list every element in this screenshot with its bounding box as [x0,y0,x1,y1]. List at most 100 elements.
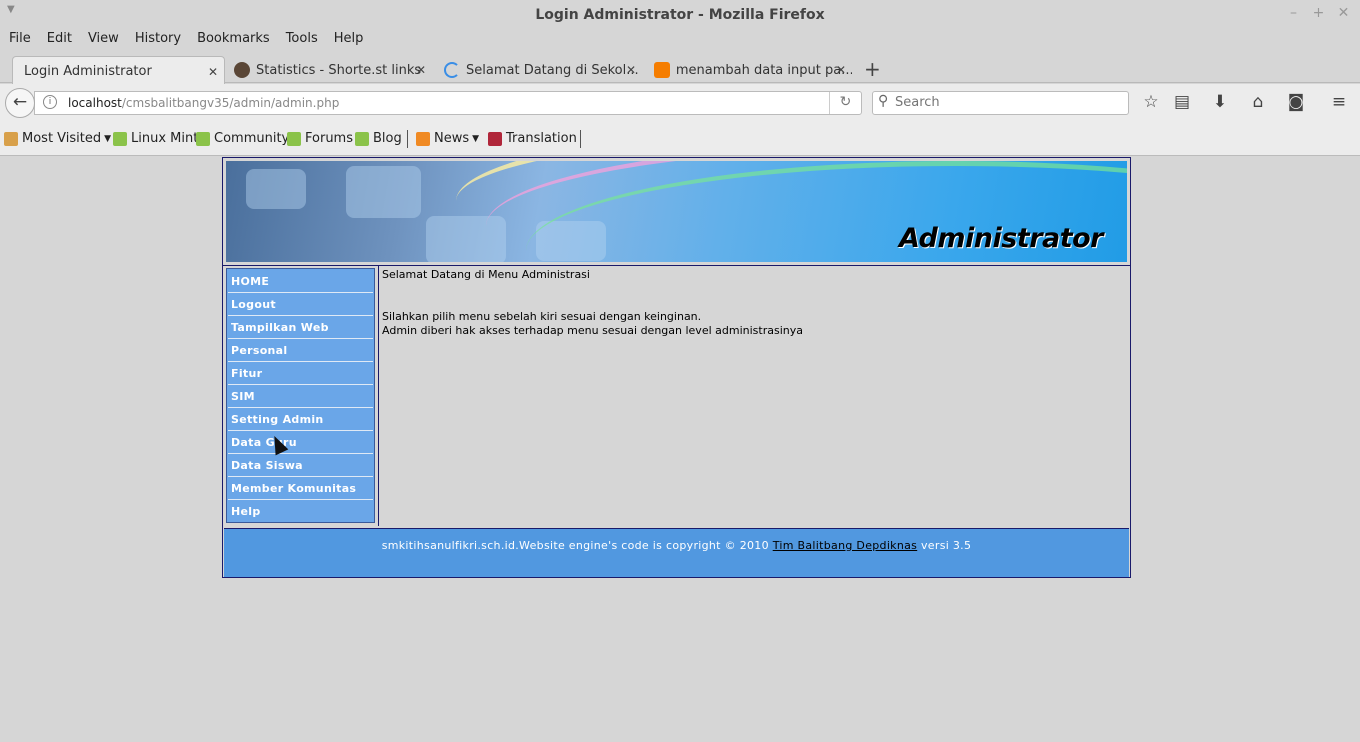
access-note-text: Admin diberi hak akses terhadap menu ses… [382,324,803,337]
mint-icon [113,131,127,146]
reload-icon[interactable]: ↻ [829,92,861,114]
bookmark-news[interactable]: News ▼ [416,131,479,146]
back-arrow-icon: ← [12,92,28,112]
translation-icon [488,131,502,146]
sidebar-item-tampilkan-web[interactable]: Tampilkan Web [228,316,373,339]
mint-icon [355,131,369,146]
search-bar[interactable]: ⚲ [872,91,1129,115]
maximize-icon[interactable]: + [1312,5,1325,21]
bookmark-label: Blog [373,131,402,146]
menu-view[interactable]: View [88,29,119,51]
rss-icon [416,131,430,146]
page-viewport: Administrator HOME Logout Tampilkan Web … [0,157,1360,742]
sidebar-item-help[interactable]: Help [228,500,373,523]
search-icon: ⚲ [878,93,889,109]
url-text[interactable]: localhost/cmsbalitbangv35/admin/admin.ph… [68,96,339,110]
bookmark-label: Translation [506,131,577,146]
sidebar-item-data-guru[interactable]: Data Guru [228,431,373,454]
sidebar-item-home[interactable]: HOME [228,270,373,293]
url-path: /cmsbalitbangv35/admin/admin.php [121,96,340,110]
url-host: localhost [68,96,122,110]
folder-icon [4,131,18,146]
menu-tools[interactable]: Tools [286,29,318,51]
bookmark-blog[interactable]: Blog [355,131,402,146]
menu-history[interactable]: History [135,29,181,51]
bookmarks-toolbar: Most Visited ▼ Linux Mint Community Foru… [0,122,1360,156]
tab-selamat-datang[interactable]: Selamat Datang di Sekol... ✕ [442,56,642,84]
instruction-text: Silahkan pilih menu sebelah kiri sesuai … [382,310,702,323]
bookmark-separator [580,130,581,148]
bookmark-community[interactable]: Community [196,131,289,146]
sidebar-item-fitur[interactable]: Fitur [228,362,373,385]
search-input[interactable] [895,95,1115,110]
sidebar-item-data-siswa[interactable]: Data Siswa [228,454,373,477]
close-icon[interactable]: ✕ [1337,5,1350,21]
footer-text: smkitihsanulfikri.sch.id.Website engine'… [381,539,773,552]
bookmark-translation[interactable]: Translation [488,131,577,146]
welcome-heading: Selamat Datang di Menu Administrasi [382,268,590,281]
page-footer: smkitihsanulfikri.sch.id.Website engine'… [224,528,1129,577]
mint-icon [287,131,301,146]
shortest-favicon-icon [234,62,250,78]
back-button[interactable]: ← [5,88,35,118]
banner-decoration [346,166,421,218]
tab-label: Selamat Datang di Sekol... [466,62,639,78]
sidebar-item-setting-admin[interactable]: Setting Admin [228,408,373,431]
chevron-down-icon: ▼ [104,133,112,144]
bookmark-label: Most Visited [22,131,102,146]
bookmark-label: Linux Mint [131,131,199,146]
tab-close-icon[interactable]: ✕ [836,63,846,77]
sidebar-item-logout[interactable]: Logout [228,293,373,316]
window-title: Login Administrator - Mozilla Firefox [535,7,825,23]
menu-help[interactable]: Help [334,29,364,51]
blogger-favicon-icon [654,62,670,78]
tab-close-icon[interactable]: ✕ [208,65,218,79]
banner-title: Administrator [898,223,1104,254]
window-titlebar: ▼ Login Administrator - Mozilla Firefox … [0,0,1360,29]
mint-icon [196,131,210,146]
pocket-icon[interactable]: ◙ [1285,92,1307,112]
menu-edit[interactable]: Edit [47,29,72,51]
sidebar-item-personal[interactable]: Personal [228,339,373,362]
bookmark-star-icon[interactable]: ☆ [1140,92,1162,112]
home-icon[interactable]: ⌂ [1247,92,1269,112]
new-tab-plus-icon[interactable]: + [864,57,881,81]
tab-statistics[interactable]: Statistics - Shorte.st links ✕ [232,56,432,84]
navigation-bar: i localhost/cmsbalitbangv35/admin/admin.… [0,84,1360,122]
tab-close-icon[interactable]: ✕ [626,63,636,77]
divider [378,266,379,526]
bookmark-forums[interactable]: Forums [287,131,353,146]
chevron-down-icon: ▼ [472,133,480,144]
divider [223,265,1130,266]
footer-link[interactable]: Tim Balitbang Depdiknas [773,539,918,552]
hamburger-menu-icon[interactable]: ≡ [1328,92,1350,112]
bookmark-most-visited[interactable]: Most Visited ▼ [4,131,111,146]
tab-login-administrator[interactable]: Login Administrator ✕ [12,56,225,86]
site-info-icon[interactable]: i [43,95,57,109]
reading-list-icon[interactable]: ▤ [1171,92,1193,112]
tab-bar: Login Administrator ✕ Statistics - Short… [0,53,1360,86]
banner-decoration [246,169,306,209]
sidebar-menu: HOME Logout Tampilkan Web Personal Fitur… [226,268,375,523]
main-content: Selamat Datang di Menu Administrasi Sila… [382,268,1127,338]
menu-bar: File Edit View History Bookmarks Tools H… [0,29,1360,51]
tab-menambah-data[interactable]: menambah data input pa... ✕ [652,56,852,84]
loading-spinner-icon [444,62,460,78]
tab-label: Statistics - Shorte.st links [256,62,422,78]
url-bar[interactable]: i localhost/cmsbalitbangv35/admin/admin.… [34,91,862,115]
bookmark-linux-mint[interactable]: Linux Mint [113,131,198,146]
footer-version: versi 3.5 [917,539,972,552]
minimize-icon[interactable]: – [1287,5,1300,21]
sidebar-item-member-komunitas[interactable]: Member Komunitas [228,477,373,500]
admin-banner: Administrator [226,161,1127,262]
downloads-icon[interactable]: ⬇ [1209,92,1231,112]
sidebar-item-sim[interactable]: SIM [228,385,373,408]
bookmark-label: Community [214,131,290,146]
tab-close-icon[interactable]: ✕ [416,63,426,77]
bookmark-label: News [434,131,470,146]
bookmark-separator [407,130,408,148]
admin-frame: Administrator HOME Logout Tampilkan Web … [222,157,1131,578]
menu-bookmarks[interactable]: Bookmarks [197,29,270,51]
tab-label: Login Administrator [24,64,152,79]
menu-file[interactable]: File [9,29,31,51]
